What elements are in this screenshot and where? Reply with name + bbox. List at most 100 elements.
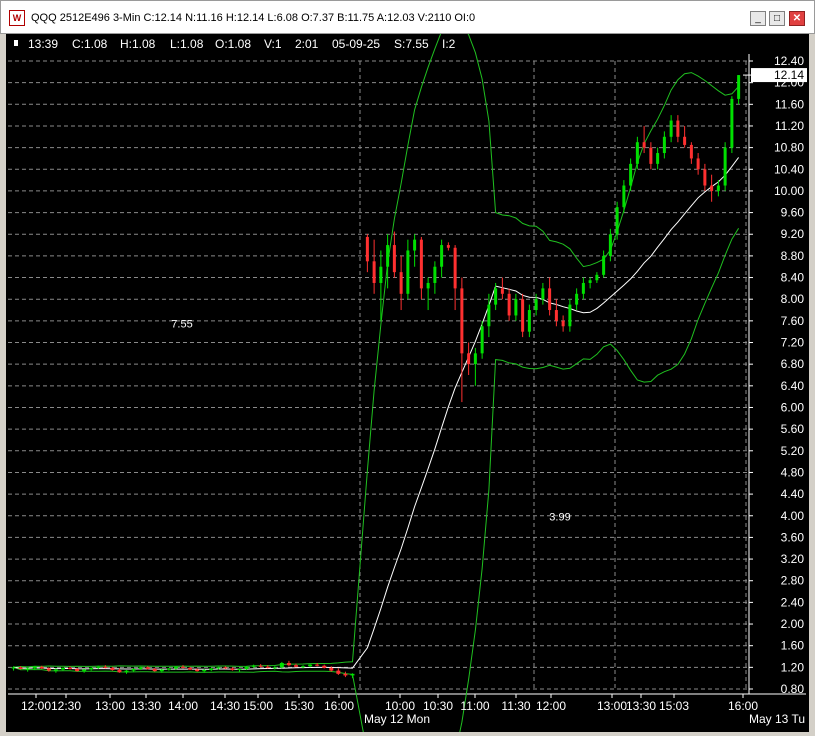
candle-body [710,185,714,191]
x-tick-label: 10:00 [385,699,415,713]
candle-body [159,669,164,672]
candle-body [473,353,477,365]
candle-body [202,670,207,672]
candle-body [676,120,680,137]
candle-body [46,668,51,671]
candle-body [138,667,143,669]
candle-body [251,665,256,667]
candle-body [329,667,334,671]
candle-body [25,668,30,670]
candle-body [608,234,612,256]
close-button[interactable]: ✕ [789,11,805,26]
candle-body [656,153,660,164]
x-tick-label: 15:30 [284,699,314,713]
candle-body [11,667,16,669]
candle-body [173,666,178,669]
candle-body [669,120,673,137]
candle-body [581,282,585,294]
chart-area[interactable]: 13:39 C:1.08 H:1.08 L:1.08 O:1.08 V:1 2:… [6,34,809,732]
x-tick-label: 15:03 [659,699,689,713]
candle-body [18,667,23,669]
candle-body [467,353,471,365]
y-tick-label: 6.00 [781,400,805,414]
x-tick-label: 16:00 [728,699,758,713]
day-label: May 12 Mon [364,712,430,726]
candle-body [75,668,80,672]
candle-body [279,663,284,668]
y-tick-label: 6.80 [781,357,805,371]
candle-body [152,668,157,672]
candle-body [365,236,369,262]
candle-body [265,666,270,668]
candle-body [308,664,313,667]
candle-body [322,665,327,668]
window-titlebar: W QQQ 2512E496 3-Min C:12.14 N:11.16 H:1… [0,0,815,34]
candle-body [60,667,65,670]
candle-body [440,245,444,267]
candle-body [446,245,450,248]
candle-body [82,669,87,672]
candle-body [548,288,552,311]
candle-body [737,75,741,99]
candle-body [230,668,235,671]
candle-body [386,245,390,267]
y-tick-label: 2.00 [781,617,805,631]
x-tick-label: 15:00 [243,699,273,713]
last-price-label: 12.14 [774,68,804,82]
candle-body [272,667,277,669]
candle-body [315,664,320,666]
candle-body [460,288,464,354]
candle-body [286,663,291,666]
y-tick-label: 4.00 [781,509,805,523]
candle-body [372,261,376,283]
candle-body [145,667,150,669]
candle-body [195,669,200,672]
y-tick-label: 1.60 [781,639,805,653]
candle-body [336,670,341,674]
candle-body [406,250,410,294]
candle-body [53,669,58,671]
candle-body [433,266,437,283]
candle-body [223,667,228,669]
candle-body [615,207,619,235]
candle-body [237,668,242,671]
x-tick-label: 13:00 [597,699,627,713]
candle-body [343,673,348,676]
candle-body [602,255,606,275]
candle-body [419,239,423,289]
candle-body [166,668,171,670]
chart-annotation: 3.99 [549,511,570,523]
candle-body [554,310,558,321]
candle-body [124,670,129,673]
x-tick-label: 14:30 [210,699,240,713]
y-tick-label: 2.80 [781,574,805,588]
y-tick-label: 8.00 [781,292,805,306]
price-chart[interactable]: 12.4012.0011.6011.2010.8010.4010.009.609… [6,34,809,732]
candle-body [588,280,592,283]
candle-body [399,272,403,294]
candle-body [494,288,498,305]
x-tick-label: 10:30 [423,699,453,713]
x-tick-label: 14:00 [168,699,198,713]
candle-body [500,288,504,294]
candle-body [244,666,249,669]
candle-body [181,666,185,668]
candle-body [301,666,306,668]
y-tick-label: 10.40 [774,162,804,176]
y-tick-label: 9.20 [781,227,805,241]
candle-body [662,136,666,154]
candle-body [216,667,221,669]
candle-body [723,147,727,186]
candle-body [703,169,707,186]
candle-body [514,299,518,316]
y-tick-label: 8.80 [781,249,805,263]
candle-body [258,665,263,667]
candle-body [480,326,484,354]
candle-body [413,239,417,251]
candle-body [39,666,44,669]
candle-body [689,144,693,159]
minimize-button[interactable]: _ [750,11,766,26]
y-tick-label: 1.20 [781,660,805,674]
maximize-button[interactable]: □ [769,11,785,26]
candle-body [392,245,396,273]
